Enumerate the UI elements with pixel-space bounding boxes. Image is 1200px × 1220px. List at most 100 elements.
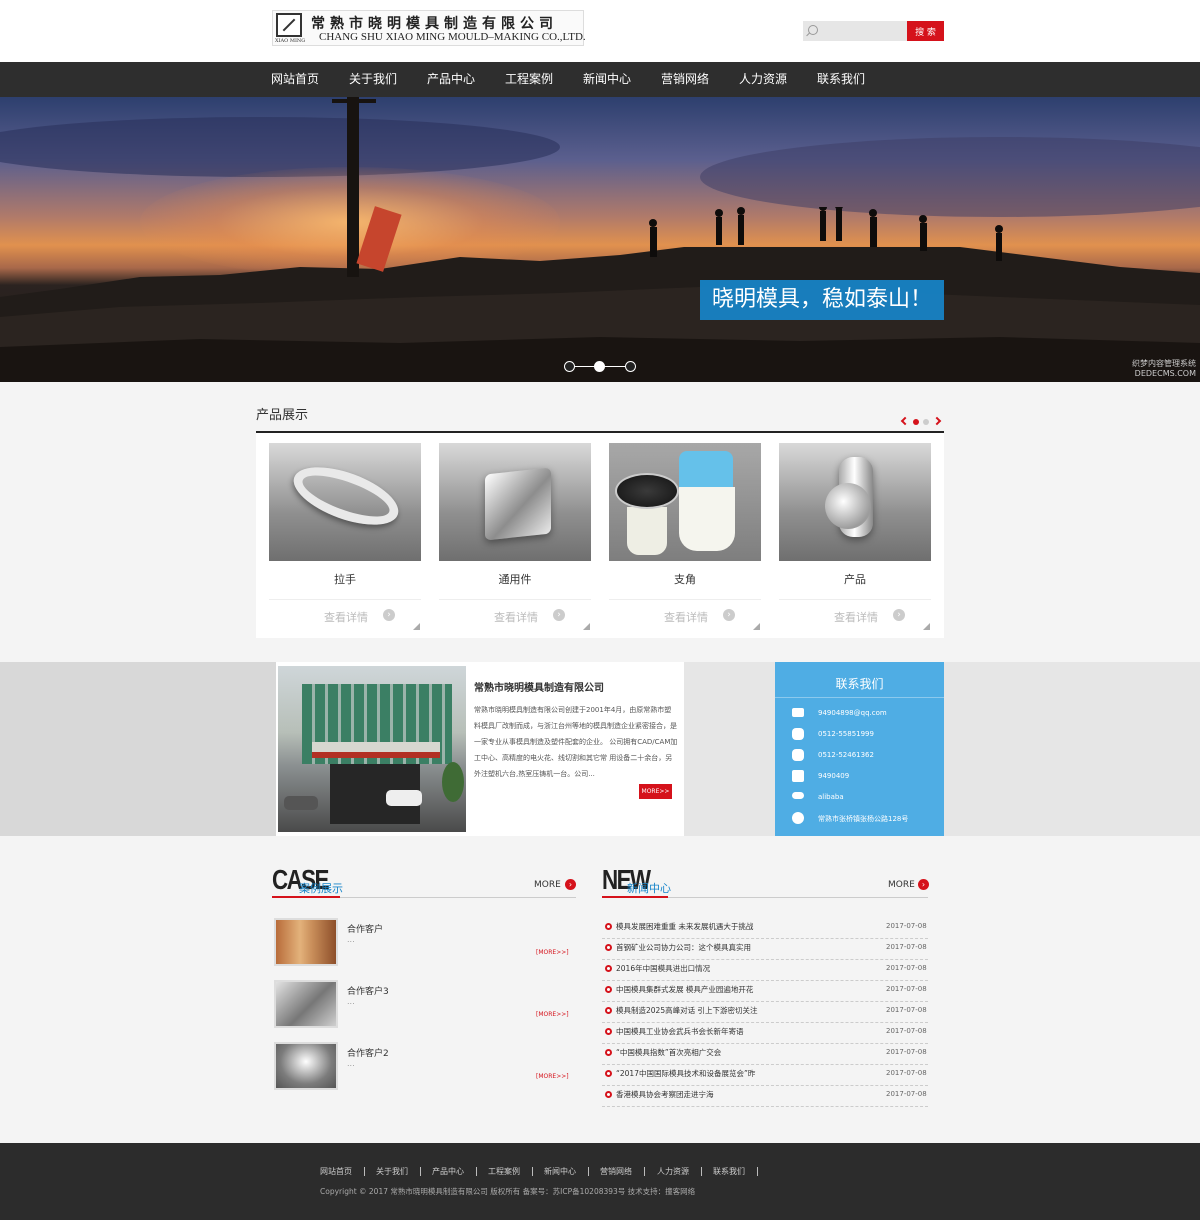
news-title[interactable]: 2016年中国模具进出口情况: [616, 963, 710, 974]
product-image[interactable]: [269, 443, 421, 561]
logo-icon: [276, 13, 302, 37]
product-detail-link[interactable]: 查看详情: [664, 609, 708, 625]
search-button[interactable]: 搜 索: [907, 21, 944, 41]
footer-link-products[interactable]: 产品中心: [432, 1166, 464, 1177]
case-name[interactable]: 合作客户: [347, 922, 383, 935]
main-nav: 网站首页 关于我们 产品中心 工程案例 新闻中心 营销网络 人力资源 联系我们: [0, 62, 1200, 97]
product-card[interactable]: 产品 查看详情 ›: [779, 443, 931, 633]
case-more-link[interactable]: [MORE>>]: [536, 1011, 569, 1018]
news-title[interactable]: 中国模具工业协会武兵书会长新年寄语: [616, 1026, 744, 1037]
product-name[interactable]: 通用件: [439, 571, 591, 587]
case-name[interactable]: 合作客户2: [347, 1046, 389, 1059]
chevron-right-circle-icon[interactable]: ›: [383, 609, 395, 621]
case-item[interactable]: 合作客户3 ... [MORE>>]: [274, 980, 574, 1032]
product-detail-link[interactable]: 查看详情: [324, 609, 368, 625]
footer-link-hr[interactable]: 人力资源: [657, 1166, 689, 1177]
product-knob-shape: [825, 483, 871, 529]
pager-dot[interactable]: [923, 419, 929, 425]
search-box: 搜 索: [803, 21, 944, 41]
news-item[interactable]: 中国模具工业协会武兵书会长新年寄语 2017-07-08: [602, 1023, 928, 1044]
case-thumbnail[interactable]: [274, 980, 338, 1028]
site-logo[interactable]: XIAO MING 常熟市晓明模具制造有限公司 CHANG SHU XIAO M…: [272, 10, 586, 46]
footer-link-cases[interactable]: 工程案例: [488, 1166, 520, 1177]
hero-banner[interactable]: 晓明模具，稳如泰山！ 织梦内容管理系统 DEDECMS.COM: [0, 97, 1200, 382]
nav-item-contact[interactable]: 联系我们: [802, 62, 880, 97]
nav-item-marketing[interactable]: 营销网络: [646, 62, 724, 97]
footer-nav: 网站首页 关于我们 产品中心 工程案例 新闻中心 营销网络 人力资源 联系我们: [320, 1166, 880, 1178]
case-name[interactable]: 合作客户3: [347, 984, 389, 997]
pager-dot-active[interactable]: [913, 419, 919, 425]
news-item[interactable]: 2016年中国模具进出口情况 2017-07-08: [602, 960, 928, 981]
news-date: 2017-07-08: [886, 922, 927, 930]
case-more-link[interactable]: [MORE>>]: [536, 949, 569, 956]
nav-item-products[interactable]: 产品中心: [412, 62, 490, 97]
slider-dot-1[interactable]: [564, 361, 575, 372]
news-title[interactable]: 中国模具集群式发展 模具产业园遍地开花: [616, 984, 753, 995]
chevron-left-icon[interactable]: [900, 416, 910, 426]
bullet-icon: [605, 923, 612, 930]
cases-more-link[interactable]: MORE: [534, 880, 561, 890]
product-name[interactable]: 拉手: [269, 571, 421, 587]
chevron-right-circle-icon[interactable]: ›: [918, 879, 929, 890]
footer-link-home[interactable]: 网站首页: [320, 1166, 352, 1177]
about-title[interactable]: 常熟市晓明模具制造有限公司: [474, 679, 604, 694]
printer-icon: [792, 770, 804, 782]
photo-car: [284, 796, 318, 810]
news-title[interactable]: “2017中国国际模具技术和设备展览会”昨: [616, 1068, 755, 1079]
chevron-right-circle-icon[interactable]: ›: [553, 609, 565, 621]
news-item[interactable]: 首钢矿业公司协力公司：这个模具真实用 2017-07-08: [602, 939, 928, 960]
bullet-icon: [605, 1007, 612, 1014]
products-title: 产品展示: [256, 408, 309, 423]
nav-item-home[interactable]: 网站首页: [256, 62, 334, 97]
news-more-link[interactable]: MORE: [888, 880, 915, 890]
footer-link-contact[interactable]: 联系我们: [713, 1166, 745, 1177]
product-image[interactable]: [779, 443, 931, 561]
contact-phone-2: 0512-52461362: [818, 751, 874, 759]
product-name[interactable]: 支角: [609, 571, 761, 587]
footer-link-marketing[interactable]: 营销网络: [600, 1166, 632, 1177]
footer-link-about[interactable]: 关于我们: [376, 1166, 408, 1177]
product-detail-link[interactable]: 查看详情: [494, 609, 538, 625]
news-item[interactable]: “2017中国国际模具技术和设备展览会”昨 2017-07-08: [602, 1065, 928, 1086]
search-icon: [808, 25, 818, 35]
news-item[interactable]: 中国模具集群式发展 模具产业园遍地开花 2017-07-08: [602, 981, 928, 1002]
chevron-right-circle-icon[interactable]: ›: [565, 879, 576, 890]
news-title[interactable]: “中国模具指数”首次亮相广交会: [616, 1047, 721, 1058]
product-name[interactable]: 产品: [779, 571, 931, 587]
product-image[interactable]: [439, 443, 591, 561]
alibaba-icon: [792, 792, 804, 799]
chevron-right-circle-icon[interactable]: ›: [893, 609, 905, 621]
footer-link-news[interactable]: 新闻中心: [544, 1166, 576, 1177]
product-image[interactable]: [609, 443, 761, 561]
nav-item-hr[interactable]: 人力资源: [724, 62, 802, 97]
news-item[interactable]: 模具发展困难重重 未来发展机遇大于挑战 2017-07-08: [602, 918, 928, 939]
news-title[interactable]: 模具制造2025高峰对话 引上下游密切关注: [616, 1005, 757, 1016]
case-thumbnail[interactable]: [274, 918, 338, 966]
news-item[interactable]: 模具制造2025高峰对话 引上下游密切关注 2017-07-08: [602, 1002, 928, 1023]
case-thumbnail[interactable]: [274, 1042, 338, 1090]
chevron-right-icon[interactable]: [932, 416, 942, 426]
news-title[interactable]: 香港模具协会考察团走进宁海: [616, 1089, 714, 1100]
product-detail-link[interactable]: 查看详情: [834, 609, 878, 625]
products-list: 拉手 查看详情 › 通用件 查看详情 › 支角 查看详情 › 产品 查看详情 ›: [256, 433, 944, 638]
bullet-icon: [605, 1049, 612, 1056]
news-item[interactable]: “中国模具指数”首次亮相广交会 2017-07-08: [602, 1044, 928, 1065]
news-item[interactable]: 香港模具协会考察团走进宁海 2017-07-08: [602, 1086, 928, 1107]
company-photo[interactable]: [278, 666, 466, 832]
news-title[interactable]: 首钢矿业公司协力公司：这个模具真实用: [616, 942, 751, 953]
product-card[interactable]: 支角 查看详情 ›: [609, 443, 761, 633]
case-item[interactable]: 合作客户 ... [MORE>>]: [274, 918, 574, 970]
case-item[interactable]: 合作客户2 ... [MORE>>]: [274, 1042, 574, 1094]
nav-item-cases[interactable]: 工程案例: [490, 62, 568, 97]
search-input[interactable]: [803, 21, 907, 41]
chevron-right-circle-icon[interactable]: ›: [723, 609, 735, 621]
nav-item-about[interactable]: 关于我们: [334, 62, 412, 97]
about-more-button[interactable]: MORE>>: [639, 784, 672, 799]
news-title[interactable]: 模具发展困难重重 未来发展机遇大于挑战: [616, 921, 753, 932]
product-card[interactable]: 拉手 查看详情 ›: [269, 443, 421, 633]
nav-item-news[interactable]: 新闻中心: [568, 62, 646, 97]
case-more-link[interactable]: [MORE>>]: [536, 1073, 569, 1080]
slider-dot-2[interactable]: [594, 361, 605, 372]
product-card[interactable]: 通用件 查看详情 ›: [439, 443, 591, 633]
slider-dot-3[interactable]: [625, 361, 636, 372]
